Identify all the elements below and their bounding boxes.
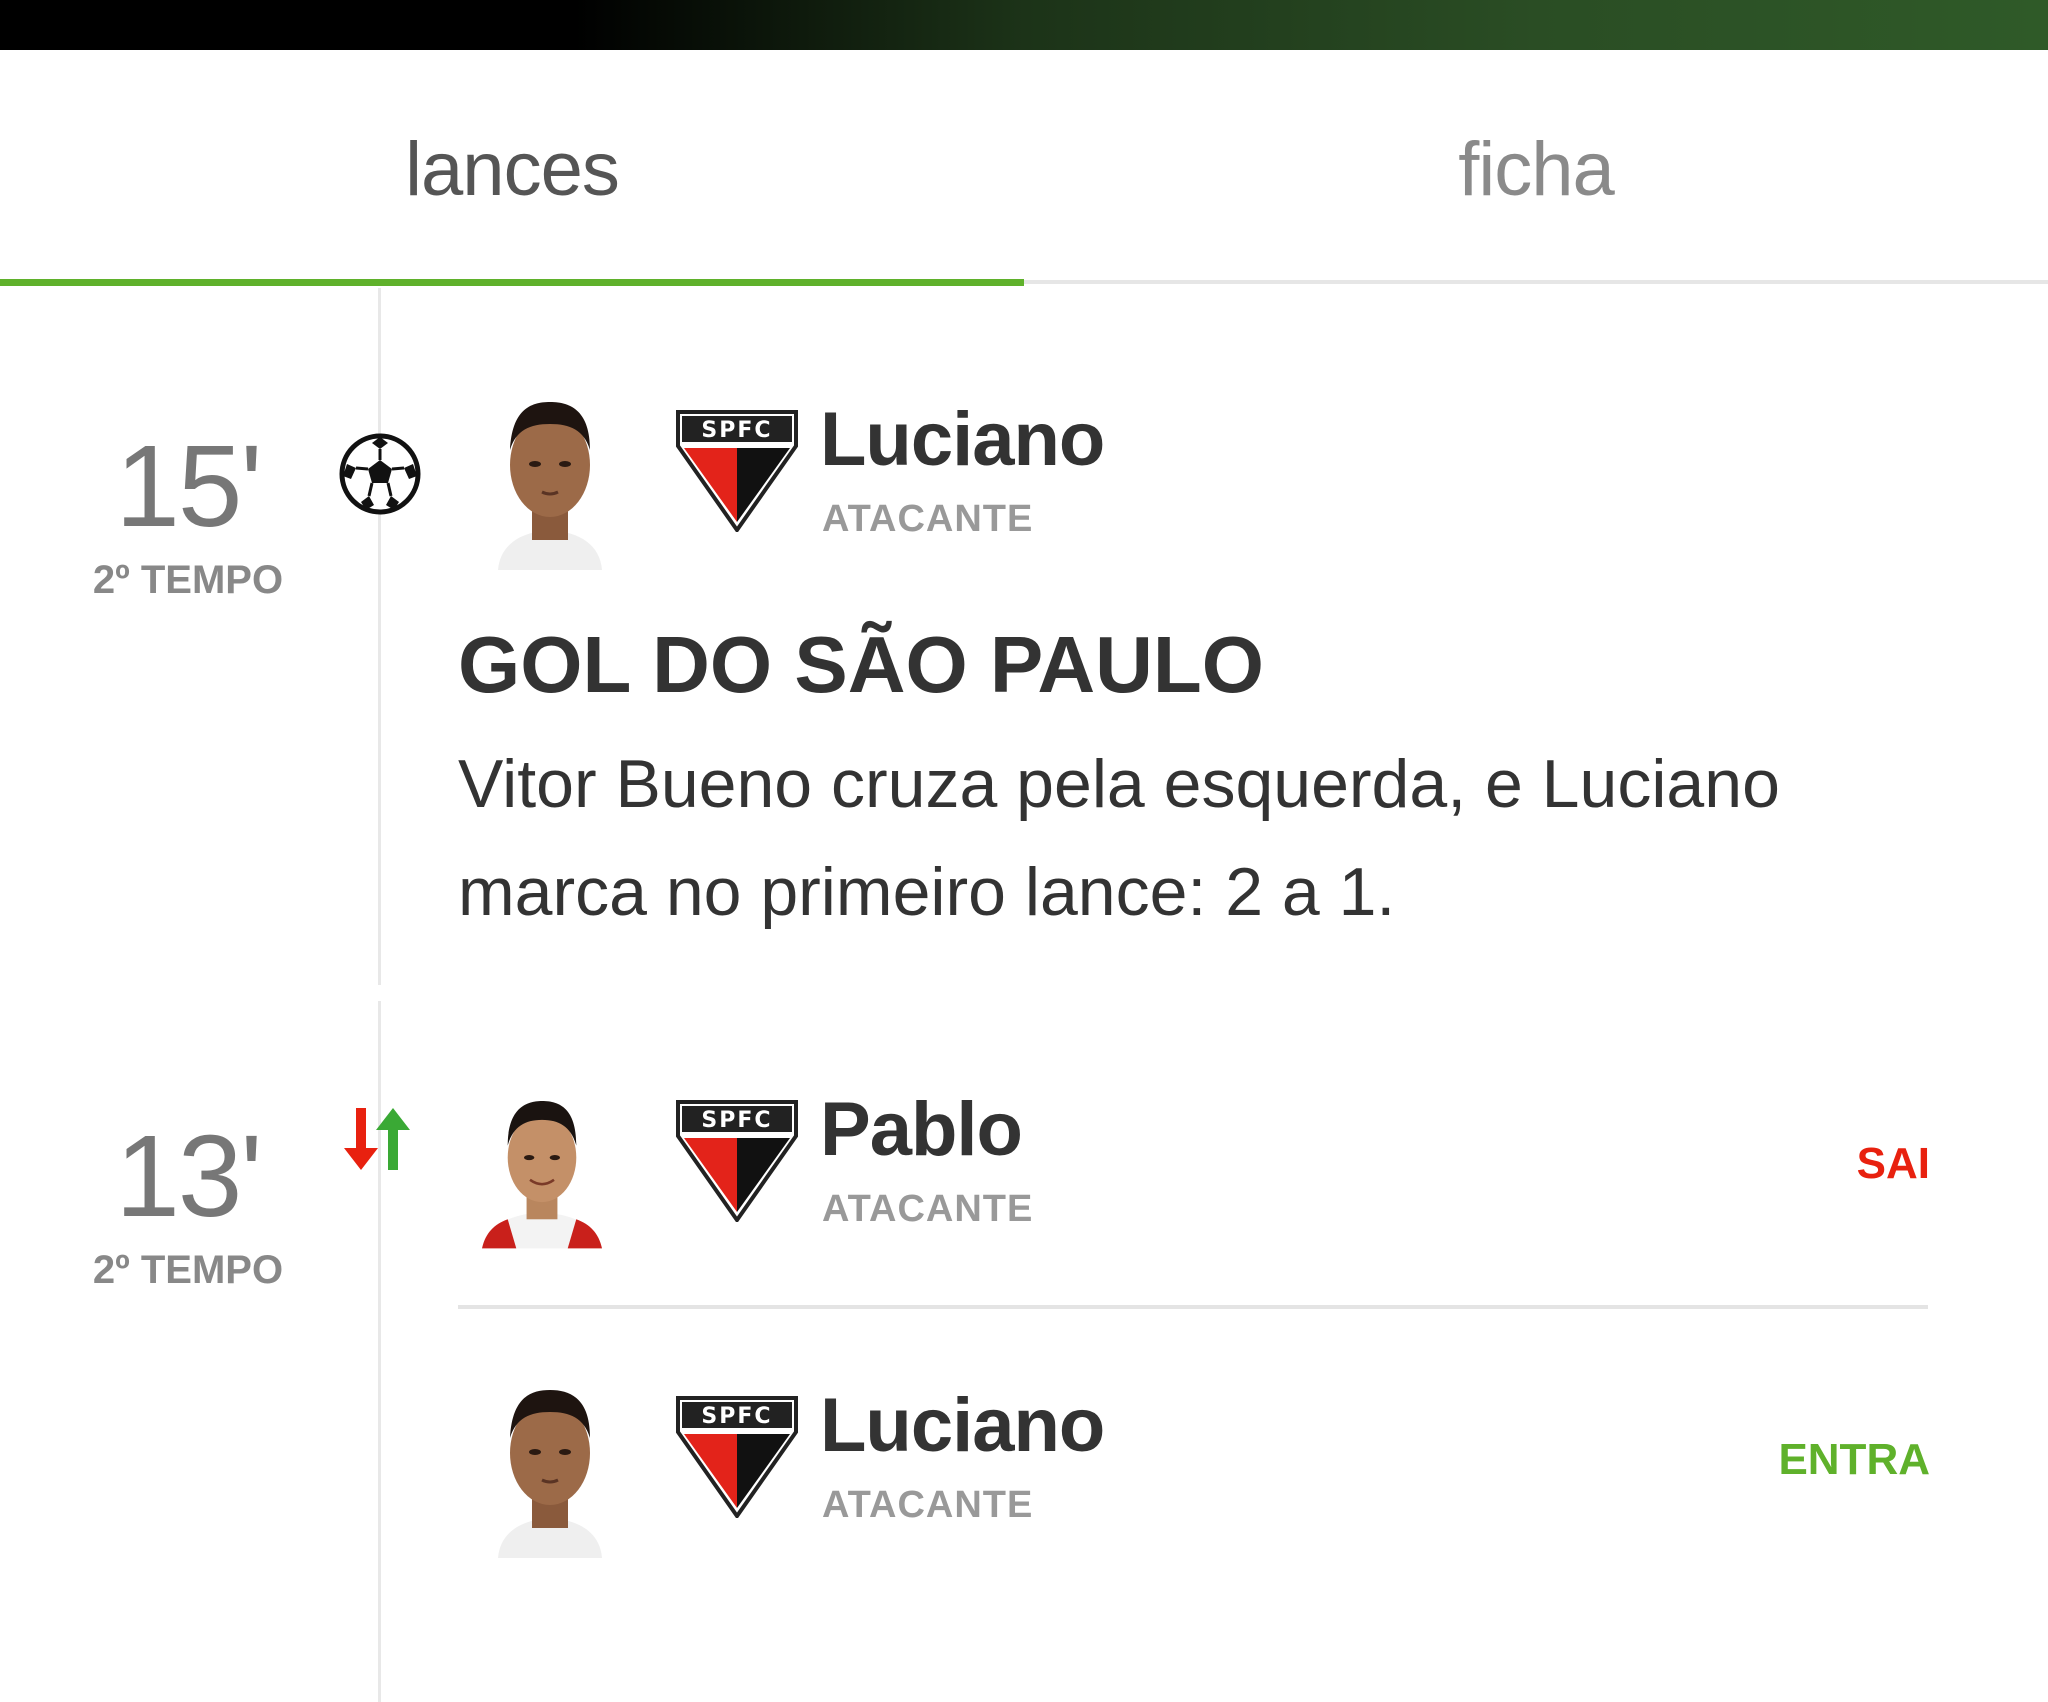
event-minute: 13' (115, 1111, 262, 1241)
event-minute: 15' (115, 421, 262, 551)
event-period: 2º TEMPO (92, 1248, 284, 1292)
player-name[interactable]: Pablo (820, 1092, 1023, 1168)
tab-bar: lances ficha (0, 50, 2048, 288)
substitution-in-label: ENTRA (1778, 1435, 1930, 1484)
player-avatar (498, 1390, 602, 1558)
svg-text:SPFC: SPFC (701, 1108, 772, 1133)
spfc-crest-icon: SPFC (676, 1100, 798, 1222)
tab-ficha[interactable]: ficha (1024, 50, 2048, 288)
player-position: ATACANTE (822, 498, 1034, 540)
player-name[interactable]: Luciano (820, 1388, 1105, 1464)
player-avatar (482, 1101, 602, 1249)
event-period: 2º TEMPO (92, 558, 284, 602)
top-header-bar (0, 0, 2048, 50)
spfc-crest-icon: SPFC (676, 410, 798, 532)
substitution-out-label: SAI (1856, 1139, 1930, 1188)
player-name[interactable]: Luciano (820, 402, 1105, 478)
event-description: Vitor Bueno cruza pela esquerda, e Lucia… (458, 746, 1780, 930)
event-headline: GOL DO SÃO PAULO (458, 620, 1264, 709)
tab-lances[interactable]: lances (0, 50, 1024, 288)
spfc-crest-icon: SPFC (676, 1396, 798, 1518)
substitution-arrows-icon (344, 1108, 410, 1170)
player-position: ATACANTE (822, 1188, 1034, 1230)
svg-text:SPFC: SPFC (701, 1404, 772, 1429)
player-position: ATACANTE (822, 1484, 1034, 1526)
svg-text:SPFC: SPFC (701, 418, 772, 443)
row-divider (458, 1305, 1928, 1309)
soccer-ball-icon (339, 433, 421, 515)
player-avatar (498, 402, 602, 570)
active-tab-indicator (0, 279, 1024, 286)
